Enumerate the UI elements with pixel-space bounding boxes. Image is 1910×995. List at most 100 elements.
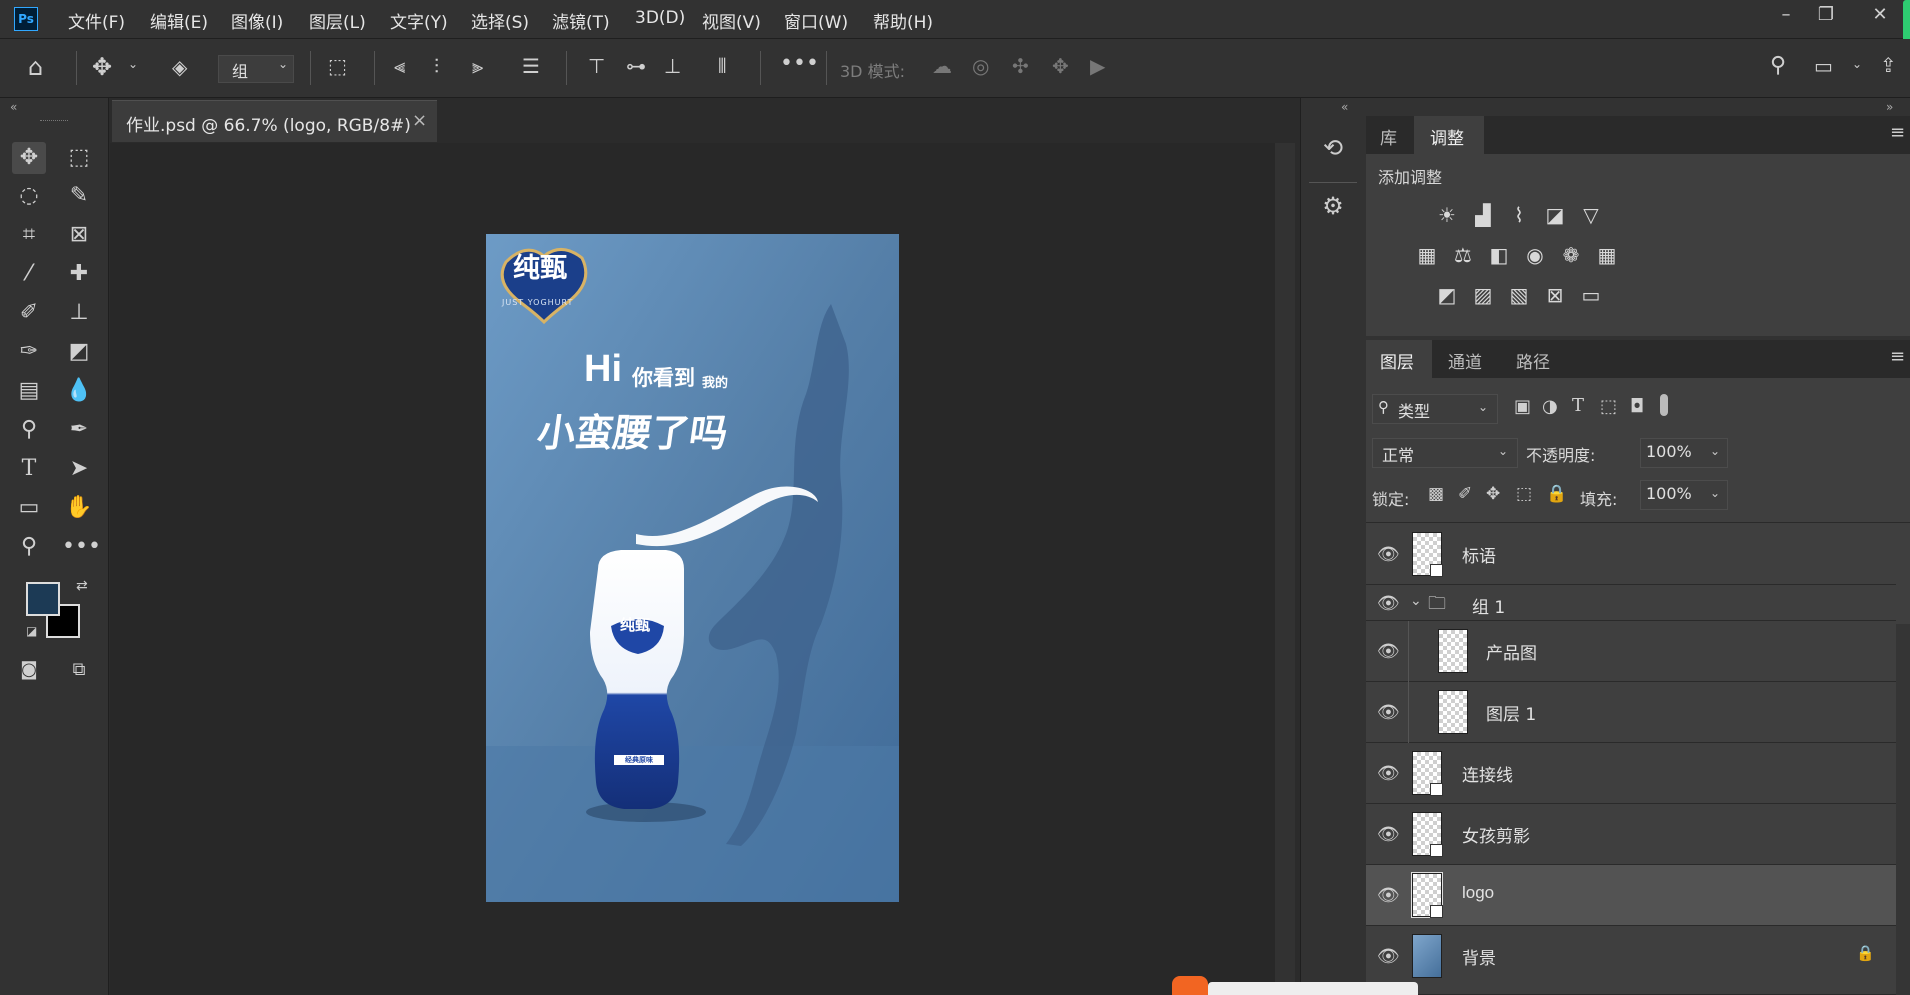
align-left-icon[interactable]: ⫷ — [394, 54, 405, 78]
history-panel-icon[interactable]: ⟲ — [1315, 134, 1351, 170]
filter-pixel-icon[interactable]: ▣ — [1514, 396, 1531, 417]
panel-menu-icon[interactable]: ≡ — [1890, 346, 1905, 367]
marquee-tool-icon[interactable]: ⬚ — [62, 142, 96, 174]
layer-group-row[interactable]: 👁 ⌄ 🗀 组 1 — [1366, 585, 1896, 621]
exposure-icon[interactable]: ◪ — [1542, 202, 1568, 228]
lock-image-icon[interactable]: ✐ — [1458, 484, 1472, 504]
artwork-canvas[interactable]: 纯甄 JUST YOGHURT Hi 你看到 我的 小蛮腰了吗 纯甄 经典原味 — [486, 234, 899, 902]
move-tool-icon[interactable]: ✥ — [12, 142, 46, 174]
expand-arrows-icon[interactable]: « — [1341, 100, 1348, 114]
layers-scrollbar[interactable] — [1896, 624, 1910, 995]
align-top-icon[interactable]: ⊤ — [588, 54, 605, 78]
chevron-down-icon[interactable]: ⌄ — [1410, 593, 1422, 609]
selective-color-icon[interactable]: ⊠ — [1542, 282, 1568, 308]
document-tab[interactable]: 作业.psd @ 66.7% (logo, RGB/8#) × — [112, 100, 437, 142]
filter-adjustment-icon[interactable]: ◑ — [1542, 396, 1558, 417]
healing-brush-tool-icon[interactable]: ✚ — [62, 258, 96, 290]
screen-mode-icon[interactable]: ⧉ — [62, 654, 96, 686]
brightness-contrast-icon[interactable]: ☀ — [1434, 202, 1460, 228]
tab-adjustments[interactable]: 调整 — [1414, 116, 1484, 154]
layer-row[interactable]: 👁 标语 — [1366, 524, 1896, 585]
pen-tool-icon[interactable]: ✒ — [62, 414, 96, 446]
lock-all-icon[interactable]: 🔒 — [1546, 484, 1567, 504]
more-options-icon[interactable]: ••• — [780, 51, 819, 76]
menu-edit[interactable]: 编辑(E) — [150, 8, 208, 33]
menu-select[interactable]: 选择(S) — [471, 8, 529, 33]
menu-3d[interactable]: 3D(D) — [635, 8, 685, 28]
tab-layers[interactable]: 图层 — [1366, 340, 1432, 378]
invert-icon[interactable]: ◩ — [1434, 282, 1460, 308]
eye-icon[interactable]: 👁 — [1377, 763, 1400, 784]
distribute-vertical-icon[interactable]: ☰ — [522, 54, 540, 78]
clone-stamp-tool-icon[interactable]: ⊥ — [62, 297, 96, 329]
transform-controls-icon[interactable]: ⬚ — [328, 54, 347, 78]
layer-row[interactable]: 👁 背景 🔒 — [1366, 926, 1896, 995]
black-white-icon[interactable]: ◧ — [1486, 242, 1512, 268]
restore-button[interactable]: ❐ — [1808, 4, 1844, 25]
quick-mask-icon[interactable]: ◙ — [12, 654, 46, 686]
minimize-button[interactable]: – — [1768, 4, 1804, 25]
align-right-icon[interactable]: ⫸ — [472, 54, 483, 78]
layer-row[interactable]: 👁 女孩剪影 — [1366, 804, 1896, 865]
menu-layer[interactable]: 图层(L) — [309, 8, 366, 33]
chevron-down-icon[interactable]: ⌄ — [1852, 57, 1862, 71]
blur-tool-icon[interactable]: 💧 — [62, 375, 96, 407]
filter-toggle-switch[interactable] — [1660, 394, 1668, 416]
auto-select-layers-icon[interactable]: ◈ — [172, 55, 187, 79]
chevron-down-icon[interactable]: ⌄ — [128, 57, 138, 71]
levels-icon[interactable]: ▟ — [1470, 202, 1496, 228]
menu-file[interactable]: 文件(F) — [68, 8, 125, 33]
hand-tool-icon[interactable]: ✋ — [62, 492, 96, 524]
workspace-icon[interactable]: ▭ — [1814, 54, 1833, 78]
type-tool-icon[interactable]: T — [12, 453, 46, 485]
layer-row[interactable]: 👁 连接线 — [1366, 743, 1896, 804]
threshold-icon[interactable]: ▧ — [1506, 282, 1532, 308]
menu-image[interactable]: 图像(I) — [231, 8, 283, 33]
color-lookup-icon[interactable]: ▦ — [1594, 242, 1620, 268]
panel-menu-icon[interactable]: ≡ — [1890, 122, 1905, 143]
filter-smart-object-icon[interactable]: ◘ — [1630, 396, 1644, 417]
menu-type[interactable]: 文字(Y) — [390, 8, 448, 33]
eye-icon[interactable]: 👁 — [1377, 544, 1400, 565]
distribute-horizontal-icon[interactable]: ⫴ — [718, 54, 726, 78]
edit-toolbar-icon[interactable]: ••• — [62, 531, 101, 563]
home-icon[interactable]: ⌂ — [28, 53, 43, 81]
collapse-arrows-icon[interactable]: « — [10, 100, 17, 114]
channel-mixer-icon[interactable]: ❁ — [1558, 242, 1584, 268]
gradient-tool-icon[interactable]: ▤ — [12, 375, 46, 407]
photo-filter-icon[interactable]: ◉ — [1522, 242, 1548, 268]
frame-tool-icon[interactable]: ⊠ — [62, 219, 96, 251]
collapse-arrows-icon[interactable]: » — [1886, 100, 1893, 114]
history-brush-tool-icon[interactable]: ✑ — [12, 336, 46, 368]
grip[interactable] — [40, 120, 68, 124]
menu-filter[interactable]: 滤镜(T) — [552, 8, 610, 33]
hue-saturation-icon[interactable]: ▦ — [1414, 242, 1440, 268]
close-tab-icon[interactable]: × — [412, 110, 427, 131]
posterize-icon[interactable]: ▨ — [1470, 282, 1496, 308]
rectangle-tool-icon[interactable]: ▭ — [12, 492, 46, 524]
align-vcenter-icon[interactable]: ⊶ — [626, 54, 646, 78]
curves-icon[interactable]: ⌇ — [1506, 202, 1532, 228]
filter-type-icon[interactable]: T — [1572, 395, 1584, 416]
eye-icon[interactable]: 👁 — [1377, 824, 1400, 845]
chevron-down-icon[interactable]: ⌄ — [1710, 486, 1720, 500]
tab-libraries[interactable]: 库 — [1366, 116, 1414, 154]
crop-tool-icon[interactable]: ⌗ — [12, 219, 46, 251]
layer-row[interactable]: 👁 图层 1 — [1366, 682, 1896, 743]
zoom-tool-icon[interactable]: ⚲ — [12, 531, 46, 563]
layer-row[interactable]: 👁 产品图 — [1366, 621, 1896, 682]
photoshop-logo[interactable]: Ps — [14, 7, 38, 31]
canvas-vertical-scrollbar[interactable] — [1275, 143, 1295, 995]
eye-icon[interactable]: 👁 — [1377, 641, 1400, 662]
eye-icon[interactable]: 👁 — [1377, 702, 1400, 723]
swap-colors-icon[interactable]: ⇄ — [76, 578, 88, 594]
search-icon[interactable]: ⚲ — [1770, 53, 1786, 78]
eye-icon[interactable]: 👁 — [1377, 885, 1400, 906]
color-balance-icon[interactable]: ⚖ — [1450, 242, 1476, 268]
lasso-tool-icon[interactable]: ◌ — [12, 180, 46, 212]
tab-channels[interactable]: 通道 — [1432, 340, 1500, 378]
input-method-toolbar[interactable] — [1172, 976, 1208, 995]
lock-transparent-icon[interactable]: ▩ — [1428, 484, 1444, 504]
default-colors-icon[interactable]: ◪ — [26, 624, 37, 638]
eye-icon[interactable]: 👁 — [1377, 593, 1400, 614]
